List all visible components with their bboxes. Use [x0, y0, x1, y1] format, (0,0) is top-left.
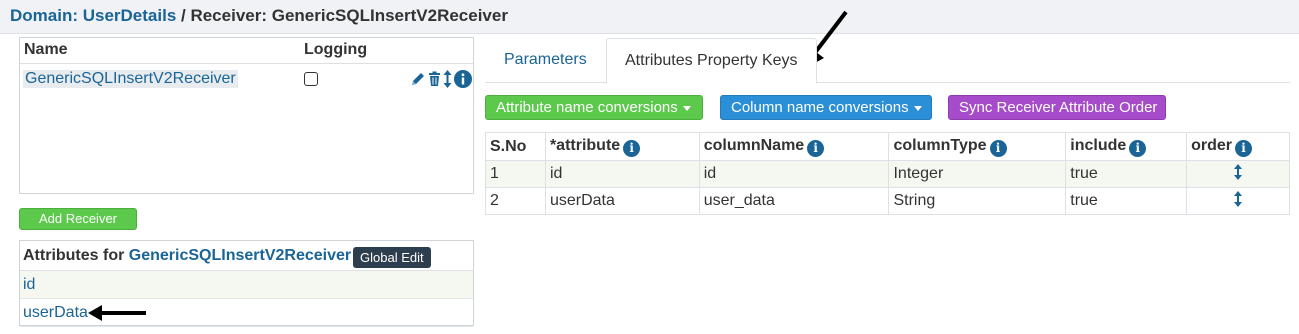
columntype-header-label: columnType [893, 136, 987, 154]
sync-receiver-attribute-order-button[interactable]: Sync Receiver Attribute Order [948, 95, 1166, 120]
attributes-title-prefix: Attributes for [23, 247, 129, 264]
sno-cell: 2 [485, 187, 546, 215]
include-header-label: include [1070, 136, 1127, 154]
info-icon[interactable]: i [1129, 139, 1147, 157]
breadcrumb-header: Domain: UserDetails / Receiver: GenericS… [0, 0, 1299, 34]
tab-attributes-property-keys[interactable]: Attributes Property Keys [606, 38, 817, 84]
receiver-title: Receiver: GenericSQLInsertV2Receiver [190, 6, 508, 25]
attributes-receiver-link[interactable]: GenericSQLInsertV2Receiver [129, 247, 351, 264]
include-column-header: include i [1065, 132, 1188, 161]
attribute-name-conversions-button[interactable]: Attribute name conversions [485, 95, 703, 120]
attribute-cell[interactable]: id [544, 160, 700, 188]
info-icon[interactable]: i [989, 139, 1007, 157]
receiver-name-link[interactable]: GenericSQLInsertV2Receiver [23, 70, 238, 88]
trash-icon[interactable] [428, 71, 441, 87]
breadcrumb-separator: / [176, 6, 191, 25]
sno-header-label: S.No [490, 137, 527, 155]
attribute-cell[interactable]: userData [544, 187, 700, 215]
sno-cell: 1 [485, 160, 546, 188]
attribute-property-table: S.No *attribute i columnName i columnType i… [485, 132, 1290, 215]
sort-arrows-icon[interactable] [1234, 190, 1243, 207]
tab-bar: Parameters Attributes Property Keys [485, 38, 1290, 84]
order-column-header: order i [1186, 132, 1290, 161]
order-header-label: order [1191, 136, 1232, 154]
info-icon[interactable]: i [623, 139, 641, 157]
logging-checkbox[interactable] [304, 72, 318, 86]
order-cell [1186, 187, 1290, 215]
caret-down-icon [913, 105, 922, 111]
tab-parameters[interactable]: Parameters [486, 38, 605, 83]
attribute-header-label: *attribute [549, 136, 621, 154]
pencil-icon[interactable] [410, 71, 426, 87]
sort-arrows-icon[interactable] [443, 70, 452, 88]
columnname-column-header: columnName i [698, 132, 890, 161]
table-row[interactable]: 2 userData user_data String true [485, 187, 1290, 215]
columntype-cell[interactable]: String [888, 187, 1067, 215]
sno-column-header: S.No [485, 132, 546, 161]
info-icon[interactable]: i [1235, 139, 1252, 157]
add-receiver-button[interactable]: Add Receiver [19, 208, 137, 230]
column-name-conversions-label: Column name conversions [731, 99, 909, 116]
columnname-header-label: columnName [703, 136, 805, 154]
sort-arrows-icon[interactable] [1234, 163, 1243, 180]
order-cell [1186, 160, 1290, 188]
include-cell[interactable]: true [1065, 187, 1188, 215]
caret-down-icon [682, 105, 691, 111]
receiver-row[interactable]: GenericSQLInsertV2Receiver [20, 64, 473, 94]
receiver-row-actions [410, 68, 472, 90]
column-name-conversions-button[interactable]: Column name conversions [720, 95, 932, 120]
columntype-cell[interactable]: Integer [888, 160, 1067, 188]
global-edit-button[interactable]: Global Edit [353, 247, 431, 268]
columnname-cell[interactable]: user_data [698, 187, 890, 215]
logging-column-header: Logging [304, 41, 368, 58]
attribute-name-conversions-label: Attribute name conversions [496, 99, 678, 116]
receivers-table-header: Name Logging [20, 38, 473, 64]
columnname-cell[interactable]: id [698, 160, 890, 188]
domain-link[interactable]: Domain: UserDetails [10, 6, 176, 25]
annotation-arrow-left-icon [88, 305, 146, 321]
table-row[interactable]: 1 id id Integer true [485, 160, 1290, 188]
columntype-column-header: columnType i [888, 132, 1067, 161]
table-header-row: S.No *attribute i columnName i columnType i… [485, 132, 1290, 161]
receivers-table: Name Logging GenericSQLInsertV2Receiver [19, 37, 474, 194]
attribute-column-header: *attribute i [544, 132, 700, 161]
name-column-header: Name [24, 41, 68, 58]
include-cell[interactable]: true [1065, 160, 1188, 188]
attribute-list-item[interactable]: id [20, 271, 473, 299]
info-icon[interactable]: i [807, 139, 825, 157]
attributes-panel-title: Attributes for GenericSQLInsertV2Receive… [20, 241, 473, 271]
info-icon[interactable] [454, 70, 472, 88]
